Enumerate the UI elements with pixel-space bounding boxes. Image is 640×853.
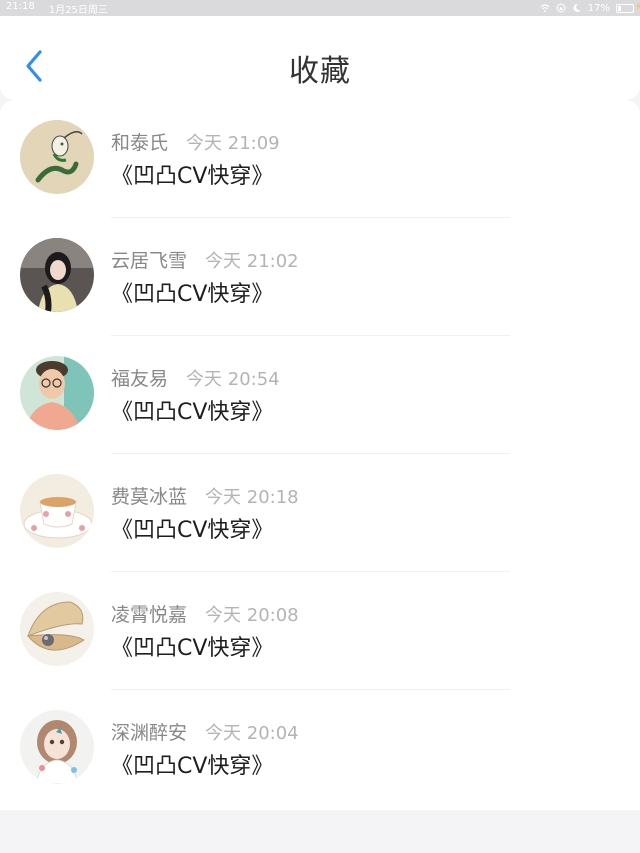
avatar[interactable] (20, 710, 94, 784)
lock-rotation-icon (556, 3, 566, 13)
timestamp: 今天 20:04 (205, 723, 299, 744)
favorite-item[interactable]: 和泰氏 今天 21:09 《凹凸CV快穿》 (0, 100, 640, 218)
timestamp: 今天 21:09 (186, 133, 280, 154)
avatar[interactable] (20, 474, 94, 548)
timestamp: 今天 20:54 (186, 369, 280, 390)
status-time: 21:18 (6, 0, 35, 12)
battery-percent: 17% (587, 2, 610, 14)
page-title: 收藏 (289, 54, 351, 89)
moon-icon (572, 3, 582, 13)
favorites-list: 和泰氏 今天 21:09 《凹凸CV快穿》 云居飞雪 今天 21:02 《凹凸C… (0, 100, 640, 810)
favorite-item[interactable]: 凌霄悦嘉 今天 20:08 《凹凸CV快穿》 (0, 572, 640, 690)
favorite-item[interactable]: 福友易 今天 20:54 《凹凸CV快穿》 (0, 336, 640, 454)
book-title: 《凹凸CV快穿》 (111, 164, 274, 189)
wifi-icon (540, 3, 550, 13)
author-name: 和泰氏 (111, 132, 169, 154)
book-title: 《凹凸CV快穿》 (111, 754, 274, 779)
book-title: 《凹凸CV快穿》 (111, 400, 274, 425)
avatar[interactable] (20, 120, 94, 194)
timestamp: 今天 20:08 (205, 605, 299, 626)
nav-bar: 收藏 (0, 16, 640, 100)
author-name: 深渊醉安 (111, 722, 188, 744)
book-title: 《凹凸CV快穿》 (111, 282, 274, 307)
favorite-item[interactable]: 深渊醉安 今天 20:04 《凹凸CV快穿》 (0, 690, 640, 808)
status-bar: 21:18 1月25日周三 17% ⚡ (0, 0, 640, 16)
avatar[interactable] (20, 238, 94, 312)
book-title: 《凹凸CV快穿》 (111, 518, 274, 543)
author-name: 凌霄悦嘉 (111, 604, 188, 626)
charging-icon: ⚡ (634, 1, 640, 13)
author-name: 费莫冰蓝 (111, 486, 188, 508)
favorite-item[interactable]: 云居飞雪 今天 21:02 《凹凸CV快穿》 (0, 218, 640, 336)
book-title: 《凹凸CV快穿》 (111, 636, 274, 661)
author-name: 福友易 (111, 368, 169, 390)
status-date: 1月25日周三 (48, 4, 108, 16)
timestamp: 今天 20:18 (205, 487, 299, 508)
avatar[interactable] (20, 356, 94, 430)
battery-icon: ⚡ (616, 2, 640, 13)
avatar[interactable] (20, 592, 94, 666)
timestamp: 今天 21:02 (205, 251, 299, 272)
favorite-item[interactable]: 费莫冰蓝 今天 20:18 《凹凸CV快穿》 (0, 454, 640, 572)
author-name: 云居飞雪 (111, 250, 188, 272)
